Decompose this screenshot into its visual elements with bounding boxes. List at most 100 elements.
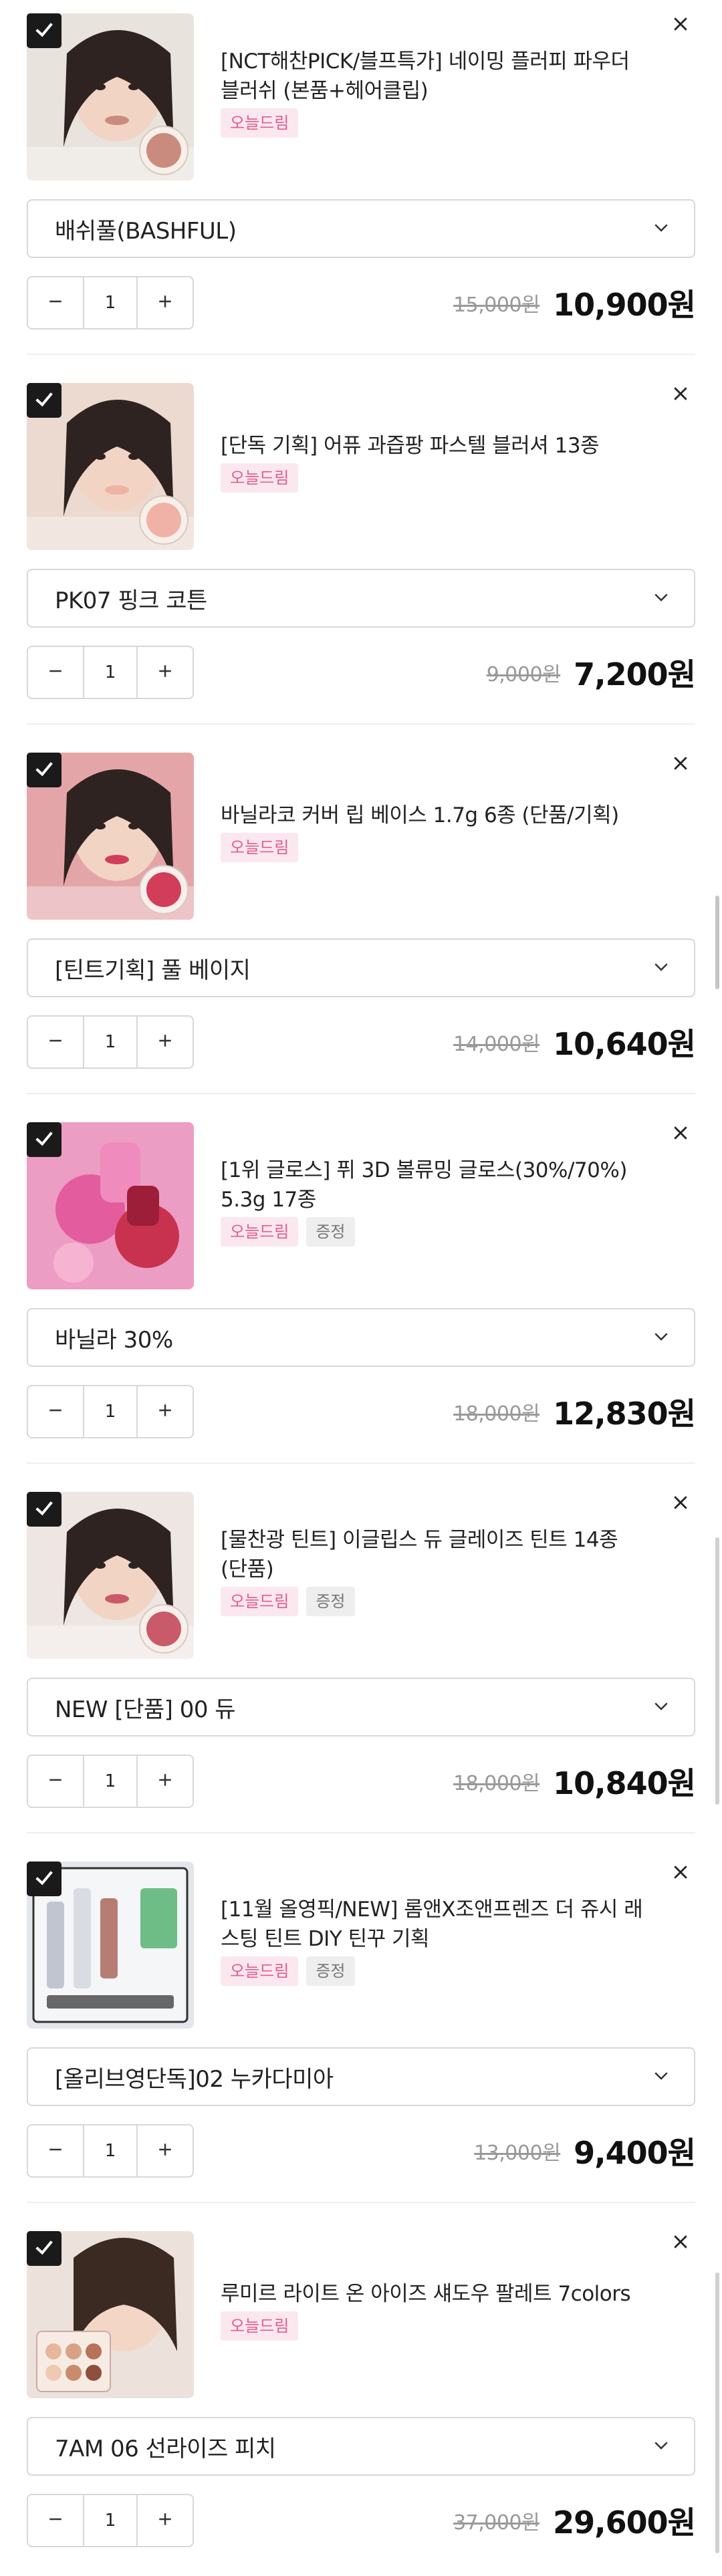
scrollbar[interactable] xyxy=(715,896,719,989)
chevron-down-icon xyxy=(651,2435,671,2458)
select-checkbox[interactable] xyxy=(27,1122,62,1157)
decrease-quantity-button[interactable] xyxy=(28,1756,83,1807)
cart-item: 바닐라코 커버 립 베이스 1.7g 6종 (단품/기획) 오늘드림 [틴트기획… xyxy=(0,739,722,1109)
product-name[interactable]: [단독 기획] 어퓨 과즙팡 파스텔 블러셔 13종 xyxy=(221,431,648,461)
cart-item: [NCT해찬PICK/블프특가] 네이밍 플러피 파우더 블러쉬 (본품+헤어클… xyxy=(0,0,722,370)
original-price: 9,000원 xyxy=(486,663,561,686)
item-divider xyxy=(27,1832,695,1833)
select-checkbox[interactable] xyxy=(27,1492,62,1527)
gift-badge: 증정 xyxy=(306,1587,355,1616)
option-select[interactable]: PK07 핑크 코튼 xyxy=(27,569,695,628)
option-select[interactable]: NEW [단품] 00 듀 xyxy=(27,1678,695,1736)
chevron-down-icon xyxy=(651,956,671,979)
option-select[interactable]: 바닐라 30% xyxy=(27,1308,695,1367)
product-name[interactable]: [11월 올영픽/NEW] 롬앤X조앤프렌즈 더 쥬시 래스팅 틴트 DIY 틴… xyxy=(221,1895,648,1954)
sale-price: 10,840원 xyxy=(553,1765,696,1801)
remove-item-button[interactable] xyxy=(666,380,695,410)
original-price: 18,000원 xyxy=(453,1772,540,1795)
option-value: 배쉬풀(BASHFUL) xyxy=(55,217,237,245)
increase-quantity-button[interactable] xyxy=(138,1017,193,1067)
increase-quantity-button[interactable] xyxy=(138,1756,193,1807)
price-group: 15,000원 10,900원 xyxy=(453,276,696,330)
minus-icon xyxy=(45,2509,66,2532)
increase-quantity-button[interactable] xyxy=(138,2126,193,2176)
item-divider xyxy=(27,723,695,725)
original-price: 15,000원 xyxy=(453,293,540,317)
quantity-stepper: 1 xyxy=(27,1755,194,1808)
quantity-stepper: 1 xyxy=(27,646,194,699)
badge-group: 오늘드림 증정 xyxy=(221,1956,355,1986)
select-checkbox[interactable] xyxy=(27,1861,62,1896)
product-name[interactable]: 루미르 라이트 온 아이즈 섀도우 팔레트 7colors xyxy=(221,2279,648,2309)
today-delivery-badge: 오늘드림 xyxy=(221,2311,299,2341)
price-group: 9,000원 7,200원 xyxy=(486,646,696,699)
plus-icon xyxy=(155,1400,175,1423)
item-divider xyxy=(27,2202,695,2203)
cart-item: [1위 글로스] 퓌 3D 볼류밍 글로스(30%/70%) 5.3g 17종 … xyxy=(0,1109,722,1478)
chevron-down-icon xyxy=(651,1696,671,1718)
price-group: 14,000원 10,640원 xyxy=(453,1015,696,1069)
option-select[interactable]: 배쉬풀(BASHFUL) xyxy=(27,199,695,258)
check-icon xyxy=(33,2236,55,2261)
scrollbar-track-segment xyxy=(715,2273,719,2553)
close-icon xyxy=(671,1493,691,1515)
plus-icon xyxy=(155,291,175,314)
select-checkbox[interactable] xyxy=(27,383,62,418)
gift-badge: 증정 xyxy=(306,1956,355,1986)
product-name[interactable]: [NCT해찬PICK/블프특가] 네이밍 플러피 파우더 블러쉬 (본품+헤어클… xyxy=(221,47,648,106)
item-divider xyxy=(27,1093,695,1094)
sale-price: 12,830원 xyxy=(553,1396,696,1432)
badge-group: 오늘드림 xyxy=(221,2311,299,2341)
increase-quantity-button[interactable] xyxy=(138,647,193,698)
badge-group: 오늘드림 xyxy=(221,108,299,138)
decrease-quantity-button[interactable] xyxy=(28,1017,83,1067)
today-delivery-badge: 오늘드림 xyxy=(221,833,299,862)
today-delivery-badge: 오늘드림 xyxy=(221,463,299,493)
remove-item-button[interactable] xyxy=(666,11,695,40)
plus-icon xyxy=(155,661,175,684)
cart-item: [단독 기획] 어퓨 과즙팡 파스텔 블러셔 13종 오늘드림 PK07 핑크 … xyxy=(0,370,722,739)
product-name[interactable]: 바닐라코 커버 립 베이스 1.7g 6종 (단품/기획) xyxy=(221,801,648,830)
original-price: 18,000원 xyxy=(453,1402,540,1426)
remove-item-button[interactable] xyxy=(666,1859,695,1888)
sale-price: 7,200원 xyxy=(574,656,696,692)
increase-quantity-button[interactable] xyxy=(138,2495,193,2546)
option-value: NEW [단품] 00 듀 xyxy=(55,1696,236,1723)
remove-item-button[interactable] xyxy=(666,1489,695,1519)
select-checkbox[interactable] xyxy=(27,2231,62,2266)
scrollbar-track-segment xyxy=(715,1537,719,1805)
decrease-quantity-button[interactable] xyxy=(28,647,83,698)
original-price: 13,000원 xyxy=(474,2142,561,2165)
select-checkbox[interactable] xyxy=(27,13,62,48)
remove-item-button[interactable] xyxy=(666,1120,695,1149)
badge-group: 오늘드림 증정 xyxy=(221,1587,355,1616)
option-select[interactable]: [틴트기획] 풀 베이지 xyxy=(27,938,695,997)
sale-price: 10,900원 xyxy=(553,287,696,323)
badge-group: 오늘드림 증정 xyxy=(221,1217,355,1247)
option-select[interactable]: [올리브영단독]02 누카다미아 xyxy=(27,2047,695,2106)
decrease-quantity-button[interactable] xyxy=(28,2495,83,2546)
close-icon xyxy=(671,2232,691,2255)
price-group: 37,000원 29,600원 xyxy=(453,2494,696,2547)
remove-item-button[interactable] xyxy=(666,750,695,779)
original-price: 37,000원 xyxy=(453,2511,540,2535)
decrease-quantity-button[interactable] xyxy=(28,277,83,328)
quantity-value: 1 xyxy=(83,2495,138,2546)
increase-quantity-button[interactable] xyxy=(138,1386,193,1437)
product-name[interactable]: [물찬광 틴트] 이글립스 듀 글레이즈 틴트 14종 (단품) xyxy=(221,1525,648,1584)
decrease-quantity-button[interactable] xyxy=(28,2126,83,2176)
quantity-value: 1 xyxy=(83,277,138,328)
cart-item: [11월 올영픽/NEW] 롬앤X조앤프렌즈 더 쥬시 래스팅 틴트 DIY 틴… xyxy=(0,1848,722,2218)
decrease-quantity-button[interactable] xyxy=(28,1386,83,1437)
original-price: 14,000원 xyxy=(453,1033,540,1056)
increase-quantity-button[interactable] xyxy=(138,277,193,328)
minus-icon xyxy=(45,661,66,684)
option-value: PK07 핑크 코튼 xyxy=(55,587,207,614)
quantity-stepper: 1 xyxy=(27,276,194,330)
remove-item-button[interactable] xyxy=(666,2228,695,2258)
quantity-value: 1 xyxy=(83,647,138,698)
select-checkbox[interactable] xyxy=(27,753,62,787)
plus-icon xyxy=(155,2140,175,2162)
option-select[interactable]: 7AM 06 선라이즈 피치 xyxy=(27,2417,695,2476)
product-name[interactable]: [1위 글로스] 퓌 3D 볼류밍 글로스(30%/70%) 5.3g 17종 xyxy=(221,1156,648,1214)
